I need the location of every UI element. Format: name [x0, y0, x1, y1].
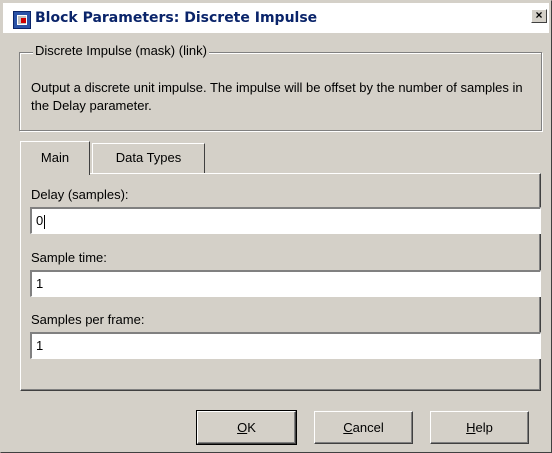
sample-time-value: 1	[36, 276, 44, 291]
simulink-block-icon	[13, 11, 31, 29]
ok-button[interactable]: OK	[196, 410, 297, 445]
window-title: Block Parameters: Discrete Impulse	[35, 10, 318, 26]
sample-time-label: Sample time:	[31, 250, 107, 265]
group-legend: Discrete Impulse (mask) (link)	[33, 43, 209, 58]
delay-value: 0	[36, 213, 44, 228]
delay-input[interactable]: 0	[30, 207, 541, 234]
block-description: Output a discrete unit impulse. The impu…	[31, 80, 523, 113]
samples-per-frame-value: 1	[36, 338, 44, 353]
title-bar[interactable]: Block Parameters: Discrete Impulse ×	[3, 3, 549, 33]
samples-per-frame-input[interactable]: 1	[30, 332, 541, 359]
help-button[interactable]: Help	[430, 411, 529, 444]
text-caret	[44, 214, 46, 229]
samples-per-frame-label: Samples per frame:	[31, 312, 145, 327]
delay-label: Delay (samples):	[31, 187, 129, 202]
tab-main[interactable]: Main	[20, 141, 90, 175]
tab-data-types[interactable]: Data Types	[92, 143, 205, 173]
sample-time-input[interactable]: 1	[30, 270, 541, 297]
close-icon[interactable]: ×	[531, 9, 547, 23]
block-parameters-dialog: Block Parameters: Discrete Impulse × Dis…	[0, 0, 552, 453]
cancel-button[interactable]: Cancel	[314, 411, 413, 444]
